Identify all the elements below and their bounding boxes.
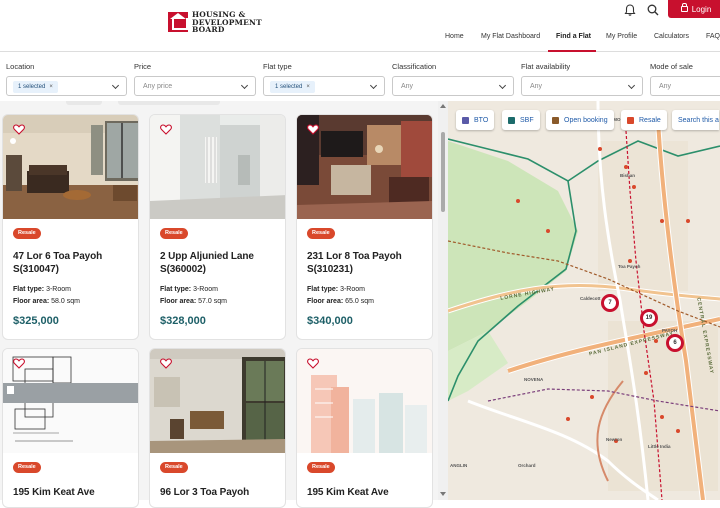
chevron-down-icon [369, 81, 378, 90]
map-cluster-marker[interactable]: 6 [666, 334, 684, 352]
favourite-heart-icon[interactable] [307, 358, 319, 369]
listing-scrollbar-thumb[interactable] [441, 132, 445, 212]
flat-type-filter[interactable]: 1 selected × [263, 76, 385, 96]
price-filter-label: Price [134, 62, 152, 71]
map-place-label: Caldecott [580, 296, 601, 301]
remove-chip-icon[interactable]: × [49, 84, 53, 90]
map-legend-bto[interactable]: BTO [456, 110, 495, 130]
resale-badge: Resale [160, 462, 188, 473]
favourite-heart-icon[interactable] [307, 124, 319, 135]
map-place-label: NOVENA [524, 377, 544, 382]
favourite-heart-icon[interactable] [13, 358, 25, 369]
scroll-up-arrow-icon[interactable] [440, 104, 446, 108]
map-place-label: Bishan [620, 173, 636, 178]
bto-color-swatch [462, 116, 469, 124]
notification-bell-icon[interactable] [623, 3, 637, 17]
listing-floor-area: Floor area: 65.0 sqm [307, 298, 374, 305]
listing-address[interactable]: 231 Lor 8 Toa Payoh S(310231) [307, 250, 429, 276]
map-view[interactable]: ANG MO KIO Toa Payoh Caldecott Bishan PA… [448, 101, 720, 500]
nav-home[interactable]: Home [445, 30, 464, 52]
flat-type-filter-label: Flat type [263, 62, 292, 71]
availability-filter-label: Flat availability [521, 62, 571, 71]
map-place-label: Toa Payoh [618, 264, 641, 269]
chevron-down-icon [240, 81, 249, 90]
sbf-color-swatch [508, 116, 515, 124]
map-place-label: ANGLIN [450, 463, 468, 468]
filter-bar: Location 1 selected × Price Any price Fla… [0, 53, 720, 101]
listing-floor-area: Floor area: 57.0 sqm [160, 298, 227, 305]
scroll-down-arrow-icon[interactable] [440, 492, 446, 496]
map-cluster-marker[interactable]: 7 [601, 294, 619, 312]
chevron-down-icon [627, 81, 636, 90]
nav-faq[interactable]: FAQ [706, 30, 720, 52]
nav-find-a-flat[interactable]: Find a Flat [548, 30, 596, 52]
location-filter[interactable]: 1 selected × [6, 76, 127, 96]
listing-price: $325,000 [13, 315, 59, 327]
site-header: HOUSING & DEVELOPMENT BOARD Login Home M… [0, 0, 720, 52]
listing-card[interactable]: Resale 231 Lor 8 Toa Payoh S(310231) Fla… [296, 114, 433, 340]
resale-badge: Resale [160, 228, 188, 239]
resale-badge: Resale [13, 462, 41, 473]
resale-badge: Resale [307, 462, 335, 473]
listing-address[interactable]: 2 Upp Aljunied Lane S(360002) [160, 250, 282, 276]
nav-my-profile[interactable]: My Profile [606, 30, 637, 52]
map-place-label: Orchard [518, 463, 536, 468]
listing-address[interactable]: 96 Lor 3 Toa Payoh [160, 486, 282, 499]
listing-price: $340,000 [307, 315, 353, 327]
listing-flat-type: Flat type: 3-Room [160, 286, 218, 293]
price-filter[interactable]: Any price [134, 76, 256, 96]
listing-address[interactable]: 195 Kim Keat Ave [307, 486, 429, 499]
map-legend-sbf[interactable]: SBF [502, 110, 540, 130]
map-cluster-marker[interactable]: 19 [640, 309, 658, 327]
listing-flat-type: Flat type: 3-Room [13, 286, 71, 293]
listing-address[interactable]: 47 Lor 6 Toa Payoh S(310047) [13, 250, 135, 276]
resale-color-swatch [627, 116, 634, 124]
resale-badge: Resale [307, 228, 335, 239]
listing-card[interactable]: Resale 47 Lor 6 Toa Payoh S(310047) Flat… [2, 114, 139, 340]
listing-card[interactable]: Resale 195 Kim Keat Ave [2, 348, 139, 508]
lock-icon [680, 3, 688, 12]
mode-of-sale-filter[interactable]: Any [650, 76, 720, 96]
map-legend-open-booking[interactable]: Open booking [546, 110, 614, 130]
search-this-area-button[interactable]: Search this a [672, 110, 719, 130]
classification-filter[interactable]: Any [392, 76, 514, 96]
location-selected-chip[interactable]: 1 selected × [13, 81, 58, 93]
map-place-label: Newton [606, 437, 623, 442]
listing-card[interactable]: Resale 2 Upp Aljunied Lane S(360002) Fla… [149, 114, 286, 340]
listing-card[interactable]: Resale 195 Kim Keat Ave [296, 348, 433, 508]
listing-floor-area: Floor area: 58.0 sqm [13, 298, 80, 305]
nav-calculators[interactable]: Calculators [654, 30, 689, 52]
open-booking-color-swatch [552, 116, 559, 124]
favourite-heart-icon[interactable] [13, 124, 25, 135]
availability-filter[interactable]: Any [521, 76, 643, 96]
map-legend-resale[interactable]: Resale [621, 110, 667, 130]
remove-chip-icon[interactable]: × [306, 84, 310, 90]
location-filter-label: Location [6, 62, 35, 71]
listing-flat-type: Flat type: 3-Room [307, 286, 365, 293]
flat-type-selected-chip[interactable]: 1 selected × [270, 81, 315, 93]
search-icon[interactable] [646, 3, 660, 17]
map-place-label: Little India [648, 444, 671, 449]
login-label: Login [691, 4, 712, 14]
resale-badge: Resale [13, 228, 41, 239]
chevron-down-icon [111, 81, 120, 90]
favourite-heart-icon[interactable] [160, 124, 172, 135]
mode-of-sale-filter-label: Mode of sale [650, 62, 693, 71]
listing-price: $328,000 [160, 315, 206, 327]
nav-my-flat-dashboard[interactable]: My Flat Dashboard [481, 30, 540, 52]
classification-filter-label: Classification [392, 62, 437, 71]
scrolled-chip [66, 101, 102, 105]
login-button[interactable]: Login [668, 0, 720, 18]
favourite-heart-icon[interactable] [160, 358, 172, 369]
chevron-down-icon [498, 81, 507, 90]
scrolled-chip [118, 101, 220, 105]
main-nav: Home My Flat Dashboard Find a Flat My Pr… [0, 30, 720, 52]
listing-address[interactable]: 195 Kim Keat Ave [13, 486, 135, 499]
listing-card[interactable]: Resale 96 Lor 3 Toa Payoh [149, 348, 286, 508]
